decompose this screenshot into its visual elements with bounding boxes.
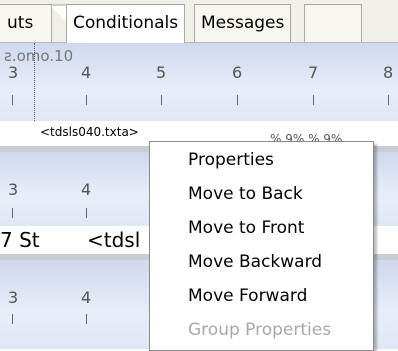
ruler-tick [237,95,238,105]
ruler-tick [86,208,87,218]
ruler-tick [86,95,87,105]
ruler-tick [161,95,162,105]
data-row-field[interactable]: <tdsl [87,228,140,252]
tab-strip: uts Conditionals Messages [0,0,398,43]
ruler-number: 4 [81,63,92,82]
ruler-number: 8 [383,63,394,82]
ruler-tick [313,95,314,105]
ruler-tick [12,95,13,105]
ruler-number: 7 [308,63,319,82]
menu-item-move-to-back[interactable]: Move to Back [188,183,303,205]
menu-item-properties[interactable]: Properties [188,149,274,171]
ruler-tick [12,208,13,218]
tab-layouts[interactable]: uts [0,4,52,42]
tab-empty[interactable] [304,4,362,42]
ruler-number: 3 [8,288,19,307]
menu-item-move-forward[interactable]: Move Forward [188,285,307,307]
ruler-tick [388,95,389,105]
context-menu: Properties Move to Back Move to Front Mo… [149,141,374,351]
ruler-top: ƨ.omo.10 3 4 5 6 7 8 [0,43,398,121]
ruler-number: 5 [156,63,167,82]
ruler-number: 3 [8,63,19,82]
ruler-number: 4 [81,180,92,199]
menu-item-move-backward[interactable]: Move Backward [188,251,322,273]
ruler-number: 3 [8,180,19,199]
tab-conditionals-label: Conditionals [73,13,179,33]
ruler-number: 4 [81,288,92,307]
ruler-number: 6 [232,63,243,82]
menu-item-group-properties: Group Properties [188,320,332,340]
tab-conditionals[interactable]: Conditionals [66,4,186,43]
margin-guide-line[interactable] [34,43,35,121]
tab-messages-label: Messages [201,13,285,33]
report-field[interactable]: <tdsls040.txta> [40,125,139,139]
menu-item-move-to-front[interactable]: Move to Front [188,217,304,239]
data-row-text[interactable]: 7 St [0,228,40,252]
ruler-tick [86,314,87,324]
tab-layouts-label: uts [7,13,34,33]
ruler-tick [12,314,13,324]
tab-messages[interactable]: Messages [194,4,292,42]
field-row: <tdsls040.txta> % 9% % 9% [0,121,398,146]
